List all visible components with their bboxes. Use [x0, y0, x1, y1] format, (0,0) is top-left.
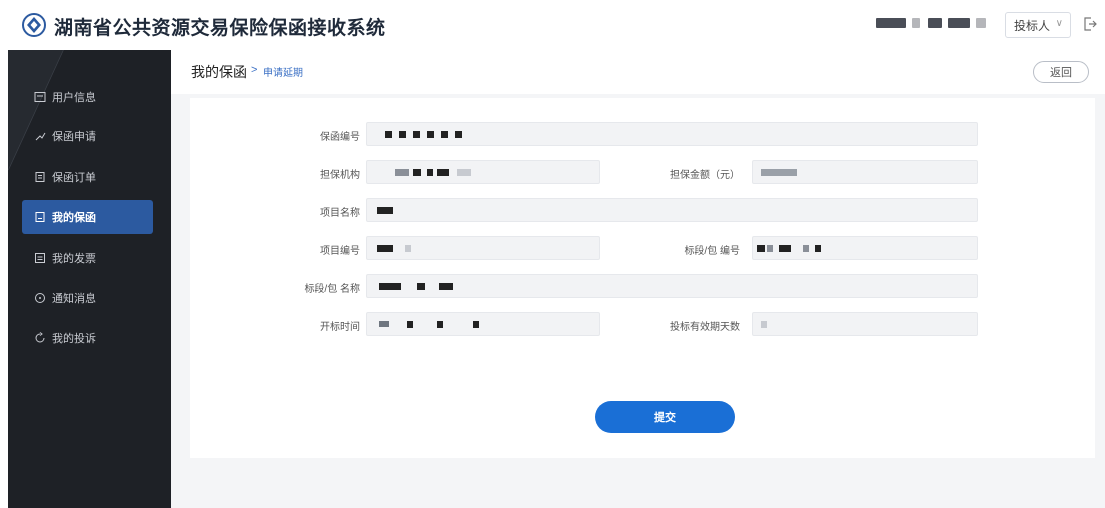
sidebar-item-label: 我的投诉 [52, 333, 96, 345]
open-time-label: 开标时间 [320, 322, 360, 333]
breadcrumb: 我的保函 > 申请延期 返回 [171, 50, 1105, 94]
guarantee-amount-field[interactable] [752, 160, 978, 184]
project-name-field[interactable] [366, 198, 978, 222]
sidebar-item-label: 我的保函 [52, 212, 96, 224]
guarantee-no-label: 保函编号 [320, 132, 360, 143]
app-title: 湖南省公共资源交易保险保函接收系统 [54, 18, 386, 39]
section-name-field[interactable] [366, 274, 978, 298]
sidebar: 用户信息 保函申请 保函订单 我的保函 我的发票 通知消息 我的投诉 [8, 50, 171, 508]
document-icon [35, 212, 45, 222]
sidebar-item-label: 保函申请 [52, 131, 96, 143]
project-no-label: 项目编号 [320, 246, 360, 257]
breadcrumb-apply-extension: 申请延期 [263, 68, 303, 79]
sidebar-item-user-info[interactable]: 用户信息 [22, 80, 153, 114]
valid-days-label: 投标有效期天数 [670, 322, 740, 333]
sidebar-item-complaints[interactable]: 我的投诉 [22, 321, 153, 355]
sidebar-item-invoices[interactable]: 我的发票 [22, 241, 153, 275]
breadcrumb-my-guarantee[interactable]: 我的保函 [191, 62, 247, 82]
sidebar-item-label: 通知消息 [52, 293, 96, 305]
section-no-field[interactable] [752, 236, 978, 260]
complaint-icon [35, 332, 45, 343]
project-name-label: 项目名称 [320, 208, 360, 219]
extension-form: 保函编号 担保机构 担保金额（元） 项目名称 项目编号 标段/包 编号 标段/包… [190, 98, 1095, 458]
valid-days-field[interactable] [752, 312, 978, 336]
chevron-down-icon: ∨ [1055, 18, 1063, 29]
role-select[interactable]: 投标人 ∨ [1005, 12, 1071, 38]
guarantee-org-field[interactable] [366, 160, 600, 184]
main-content: 我的保函 > 申请延期 返回 保函编号 担保机构 担保金额（元） 项目名称 项目… [171, 50, 1105, 508]
project-no-field[interactable] [366, 236, 600, 260]
guarantee-no-field[interactable] [366, 122, 978, 146]
sidebar-item-messages[interactable]: 通知消息 [22, 281, 153, 315]
logout-icon[interactable] [1082, 16, 1098, 32]
sidebar-item-my-guarantee[interactable]: 我的保函 [22, 200, 153, 234]
sidebar-item-orders[interactable]: 保函订单 [22, 160, 153, 194]
sidebar-item-label: 我的发票 [52, 253, 96, 265]
role-select-value: 投标人 [1014, 18, 1051, 33]
guarantee-org-label: 担保机构 [320, 170, 360, 181]
guarantee-amount-label: 担保金额（元） [670, 170, 740, 181]
order-icon [35, 172, 45, 182]
section-name-label: 标段/包 名称 [304, 284, 360, 295]
sidebar-item-label: 用户信息 [52, 92, 96, 104]
section-no-label: 标段/包 编号 [684, 246, 740, 257]
open-time-field[interactable] [366, 312, 600, 336]
breadcrumb-separator: > [251, 64, 258, 76]
invoice-icon [35, 253, 45, 263]
top-header: 湖南省公共资源交易保险保函接收系统 投标人 ∨ [0, 0, 1105, 50]
message-icon [35, 293, 45, 303]
user-card-icon [34, 92, 46, 102]
sidebar-item-label: 保函订单 [52, 172, 96, 184]
submit-button[interactable]: 提交 [595, 401, 735, 433]
logo-icon [22, 13, 46, 37]
apply-icon [35, 132, 46, 141]
sidebar-item-apply[interactable]: 保函申请 [22, 119, 153, 153]
back-button[interactable]: 返回 [1033, 61, 1089, 83]
